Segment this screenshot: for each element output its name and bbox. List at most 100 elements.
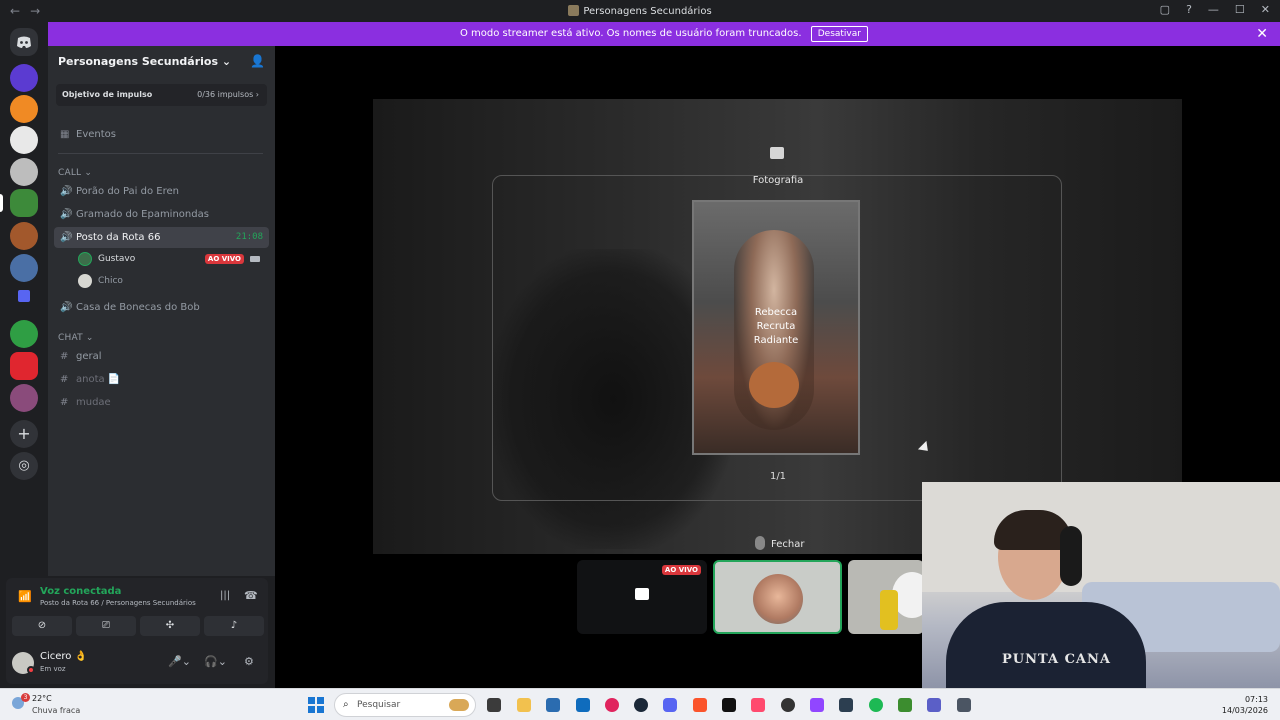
tiktok-icon[interactable] xyxy=(722,698,736,712)
voice-channel-name: Porão do Pai do Eren xyxy=(76,186,179,197)
minimize-button[interactable]: — xyxy=(1208,3,1219,16)
headphones-icon[interactable]: 🎧⌄ xyxy=(204,655,227,668)
spotify-icon[interactable] xyxy=(869,698,883,712)
close-prompt[interactable]: Fechar xyxy=(755,536,804,550)
stream-stage[interactable]: Fotografia Rebecca Recruta Radiante 1/1 … xyxy=(275,46,1280,688)
app-icon-dark[interactable] xyxy=(781,698,795,712)
close-icon[interactable]: ✕ xyxy=(1256,22,1268,46)
voice-channel[interactable]: 🔊 Porão do Pai do Eren xyxy=(54,181,269,202)
screen-icon xyxy=(635,588,649,600)
clock-date: 14/03/2026 xyxy=(1221,706,1268,715)
voice-member[interactable]: Chico xyxy=(76,271,266,291)
close-window-button[interactable]: ✕ xyxy=(1261,3,1270,16)
outlook-icon[interactable] xyxy=(576,698,590,712)
server-icon-selected[interactable] xyxy=(10,189,38,217)
tf-app-icon[interactable] xyxy=(751,698,765,712)
task-view-icon[interactable] xyxy=(487,698,501,712)
weather-description: Chuva fraca xyxy=(32,706,81,715)
voice-channel-active[interactable]: 🔊 Posto da Rota 66 21:08 xyxy=(54,227,269,248)
user-name[interactable]: Cicero 👌 xyxy=(40,651,87,662)
webcam-overlay: PUNTA CANA xyxy=(922,482,1280,688)
activities-button[interactable]: ✣ xyxy=(140,616,200,636)
teams-icon[interactable] xyxy=(927,698,941,712)
avatar xyxy=(78,252,92,266)
clock-time: 07:13 xyxy=(1244,695,1268,704)
folder-icon[interactable] xyxy=(18,290,30,302)
voice-channel[interactable]: 🔊 Casa de Bonecas do Bob xyxy=(54,297,269,318)
text-channel-name: anota xyxy=(76,374,105,385)
server-icon-orange[interactable] xyxy=(10,95,38,123)
events-item[interactable]: ▦ Eventos xyxy=(54,124,269,145)
category-chat[interactable]: CHAT ⌄ xyxy=(58,333,94,343)
participant-tile[interactable] xyxy=(848,560,924,634)
soundboard-button[interactable]: ♪ xyxy=(204,616,264,636)
twitch-icon[interactable] xyxy=(810,698,824,712)
live-badge: AO VIVO xyxy=(204,254,244,264)
discover-icon[interactable]: ◎ xyxy=(10,452,38,480)
events-label: Eventos xyxy=(76,129,116,140)
calendar-icon: ▦ xyxy=(60,129,70,140)
invite-people-icon[interactable]: 👤 xyxy=(250,54,265,68)
system-clock[interactable]: 07:13 14/03/2026 xyxy=(1222,694,1268,716)
stream-tile[interactable]: AO VIVO xyxy=(577,560,707,634)
voice-channel[interactable]: 🔊 Gramado do Epaminondas xyxy=(54,204,269,225)
can-graphic xyxy=(880,590,898,630)
hashtag-icon: # xyxy=(60,397,69,408)
call-timer: 21:08 xyxy=(235,232,263,242)
server-icon-character[interactable] xyxy=(10,222,38,250)
server-icon-green[interactable] xyxy=(10,320,38,348)
brave-icon[interactable] xyxy=(693,698,707,712)
taskbar-search[interactable]: ⌕ Pesquisar xyxy=(334,693,476,717)
category-call[interactable]: CALL ⌄ xyxy=(58,168,92,178)
live-badge: AO VIVO xyxy=(661,565,701,575)
store-icon[interactable] xyxy=(546,698,560,712)
channel-sidebar: Personagens Secundários ⌄ 👤 Objetivo de … xyxy=(48,46,275,576)
help-icon[interactable]: ? xyxy=(1186,3,1192,16)
server-icon-dog[interactable] xyxy=(10,158,38,186)
server-icon xyxy=(568,5,580,16)
server-icon-portrait[interactable] xyxy=(10,384,38,412)
noise-suppression-icon[interactable]: ||| xyxy=(220,590,230,601)
guild-header[interactable]: Personagens Secundários ⌄ 👤 xyxy=(48,46,275,78)
hand-icon xyxy=(770,147,784,159)
server-icon-face[interactable] xyxy=(10,254,38,282)
file-explorer-icon[interactable] xyxy=(517,698,531,712)
close-prompt-label: Fechar xyxy=(771,539,805,550)
boost-goal[interactable]: Objetivo de impulso 0/36 impulsos › xyxy=(56,84,267,106)
inbox-icon[interactable]: ▢ xyxy=(1160,3,1170,16)
voice-member[interactable]: Gustavo AO VIVO xyxy=(76,249,266,269)
windows-start-icon[interactable] xyxy=(308,697,324,713)
add-server-icon[interactable]: + xyxy=(10,420,38,448)
server-icon-triangle[interactable] xyxy=(10,64,38,92)
microphone-icon[interactable]: 🎤⌄ xyxy=(168,655,191,668)
app-icon-book[interactable] xyxy=(839,698,853,712)
voice-location[interactable]: Posto da Rota 66 / Personagens Secundári… xyxy=(40,599,196,607)
settings-gear-icon[interactable]: ⚙ xyxy=(244,655,254,668)
app-icon-shield[interactable] xyxy=(957,698,971,712)
server-icon-anime[interactable] xyxy=(10,126,38,154)
text-channel[interactable]: # anota 📄 xyxy=(54,369,269,390)
discord-home-icon[interactable] xyxy=(10,28,38,56)
opera-icon[interactable] xyxy=(605,698,619,712)
signal-icon[interactable]: 📶 xyxy=(18,590,32,603)
maximize-button[interactable]: ☐ xyxy=(1235,3,1245,16)
discord-taskbar-icon[interactable] xyxy=(663,698,677,712)
voice-status[interactable]: Voz conectada xyxy=(40,586,121,597)
share-screen-button[interactable]: ⎚ xyxy=(76,616,136,636)
headset xyxy=(1060,526,1082,586)
disable-streamer-mode-button[interactable]: Desativar xyxy=(810,26,868,42)
server-icon-tf[interactable] xyxy=(10,352,38,380)
steam-icon[interactable] xyxy=(634,698,648,712)
selected-server-indicator xyxy=(0,194,3,212)
item-label: Fotografia xyxy=(752,175,804,186)
text-channel[interactable]: # geral xyxy=(54,346,269,367)
text-channel[interactable]: # mudae xyxy=(54,392,269,413)
participant-tile-speaking[interactable] xyxy=(713,560,842,634)
page-counter: 1/1 xyxy=(769,471,787,482)
disconnect-icon[interactable]: ☎ xyxy=(244,589,258,602)
window-title: Personagens Secundários xyxy=(0,5,1280,17)
camera-off-button[interactable]: ⊘ xyxy=(12,616,72,636)
minecraft-icon[interactable] xyxy=(898,698,912,712)
status-dot xyxy=(27,666,35,674)
weather-widget[interactable]: 22°C Chuva fraca xyxy=(12,694,80,715)
